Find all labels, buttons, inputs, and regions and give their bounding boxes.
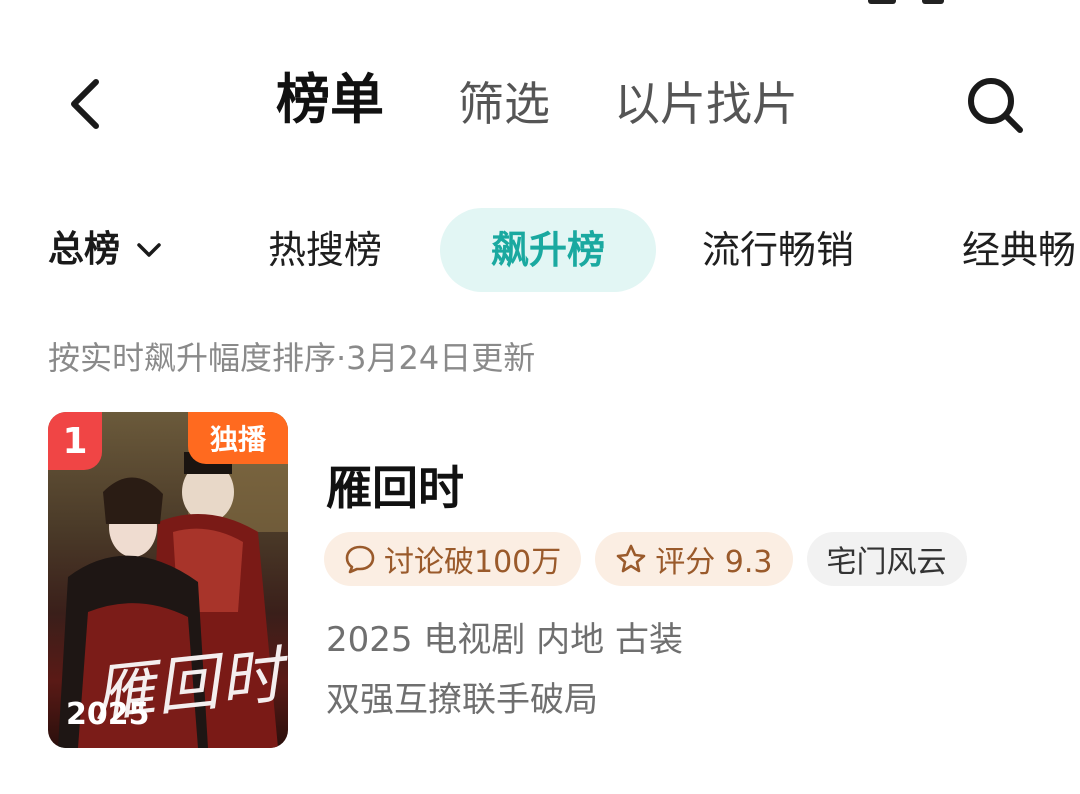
item-meta: 2025 电视剧 内地 古装 [326,620,683,660]
total-ranking-label: 总榜 [48,229,121,270]
discussion-tag-label: 讨论破100万 [384,545,562,580]
chevron-down-icon [136,241,162,259]
rank-badge: 1 [48,412,102,470]
poster-image: 1 独播 雁回时 2025 [48,412,288,748]
discussion-tag: 讨论破100万 [324,532,582,586]
tag-row: 讨论破100万 评分 9.3 宅门风云 [324,532,967,586]
exclusive-badge: 独播 [188,412,288,464]
poster-year: 2025 [66,697,150,732]
search-button[interactable] [962,74,1028,140]
chip-popular-bestselling[interactable]: 流行畅销 [702,222,854,278]
rating-tag-label: 评分 9.3 [655,545,773,580]
star-icon [615,543,647,575]
back-button[interactable] [58,78,114,134]
top-nav: 榜单 筛选 以片找片 [0,60,1080,155]
list-item[interactable]: 1 独播 雁回时 2025 雁回时 讨论破100万 评分 9.3 宅门风云 20… [48,412,1048,748]
total-ranking-dropdown[interactable]: 总榜 [48,222,162,278]
rating-tag: 评分 9.3 [595,532,793,586]
chip-classic[interactable]: 经典畅 [962,222,1076,278]
chevron-left-icon [66,76,106,136]
tab-rankings[interactable]: 榜单 [276,70,384,130]
genre-tag-label: 宅门风云 [826,545,947,580]
chat-bubble-icon [344,543,376,575]
genre-tag: 宅门风云 [806,532,967,586]
item-description: 双强互撩联手破局 [326,680,598,720]
tab-filter[interactable]: 筛选 [458,74,550,134]
chip-hot-search[interactable]: 热搜榜 [268,222,382,278]
search-icon [965,75,1025,139]
ranking-subtitle: 按实时飙升幅度排序·3月24日更新 [48,339,536,377]
chip-rising[interactable]: 飙升榜 [440,208,656,292]
item-title: 雁回时 [326,461,464,515]
tab-find-similar[interactable]: 以片找片 [614,74,798,134]
category-chips: 总榜 热搜榜 飙升榜 流行畅销 经典畅 [0,208,1080,292]
status-bar-remnant [700,0,1000,6]
